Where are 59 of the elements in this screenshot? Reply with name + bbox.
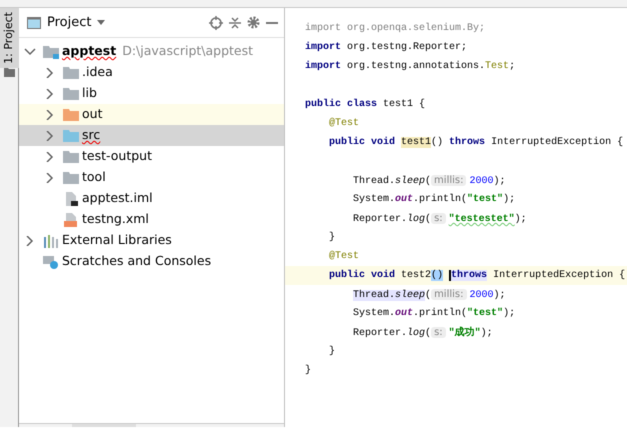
code-line: Thread.sleep( millis: 2000); (353, 290, 506, 301)
code-line: import org.testng.Reporter; (305, 42, 468, 53)
parameter-hint: millis: (431, 289, 466, 300)
minimize-icon (266, 20, 278, 24)
module-folder-icon (43, 44, 59, 58)
folder-icon (63, 108, 79, 122)
tree-item-label[interactable]: test-output (82, 147, 152, 166)
tree-item-label[interactable]: tool (82, 168, 106, 187)
file-icon (63, 192, 79, 206)
tree-item-label[interactable]: External Libraries (62, 231, 172, 250)
folder-icon (63, 66, 79, 80)
tree-item-label[interactable]: apptest.iml (82, 189, 153, 208)
collapse-icon (229, 16, 241, 28)
tree-item-label[interactable]: lib (82, 84, 97, 103)
tree-item-label[interactable]: .idea (82, 63, 113, 82)
tree-item-label[interactable]: apptest (62, 42, 116, 61)
highlighted-code: test1 (401, 137, 432, 148)
tree-item-label: out (82, 105, 102, 124)
tree-row[interactable]: out (19, 104, 284, 125)
tree-item-label[interactable]: Scratches and Consoles (62, 252, 212, 271)
code-line: System.out.println("test"); (352, 194, 516, 205)
selected-code: () (431, 270, 444, 281)
locate-icon (209, 16, 223, 30)
code-line: @Test (328, 251, 360, 262)
panel-title[interactable]: Project (47, 12, 92, 32)
dropdown-icon (97, 20, 106, 25)
code-line: System.out.println("test"); (352, 308, 516, 319)
code-line: } (328, 232, 336, 243)
misspelled-string: "testestet" (448, 214, 515, 225)
parameter-hint: s: (431, 213, 446, 224)
folder-icon (63, 86, 79, 100)
code-line: } (305, 365, 312, 376)
panel-icon (27, 16, 41, 28)
code-line: Reporter.log( s: "成功"); (352, 328, 493, 339)
folder-icon (63, 170, 79, 184)
xml-file-icon (63, 212, 79, 226)
code-line: } (328, 346, 336, 357)
tree-item-label[interactable]: testng.xml (82, 210, 149, 229)
libraries-icon (43, 234, 59, 248)
scrollbar-thumb[interactable] (72, 424, 136, 427)
tree-row[interactable]: src (19, 125, 284, 146)
highlighted-code: sleep (395, 290, 426, 301)
project-path: D:\javascript\apptest (122, 42, 254, 60)
folder-icon (63, 150, 79, 164)
parameter-hint: millis: (431, 175, 466, 186)
code-line: public void test1() throws InterruptedException { (328, 137, 624, 148)
code-line: public class test1 { (305, 99, 426, 110)
folder-icon (63, 128, 79, 142)
scratches-icon (43, 254, 59, 268)
code-line: import org.testng.annotations.Test; (305, 61, 516, 72)
highlighted-code: Thread. (353, 290, 396, 301)
code-line: @Test (328, 118, 360, 129)
code-line: Thread.sleep( millis: 2000); (352, 176, 506, 187)
code-line: Reporter.log( s: "testestet"); (352, 214, 527, 225)
code-line: import org.openqa.selenium.By; (305, 23, 486, 34)
settings-icon (247, 16, 260, 29)
parameter-hint: s: (431, 327, 446, 338)
highlighted-code: throws (449, 270, 488, 281)
tree-item-label: src (82, 126, 100, 144)
